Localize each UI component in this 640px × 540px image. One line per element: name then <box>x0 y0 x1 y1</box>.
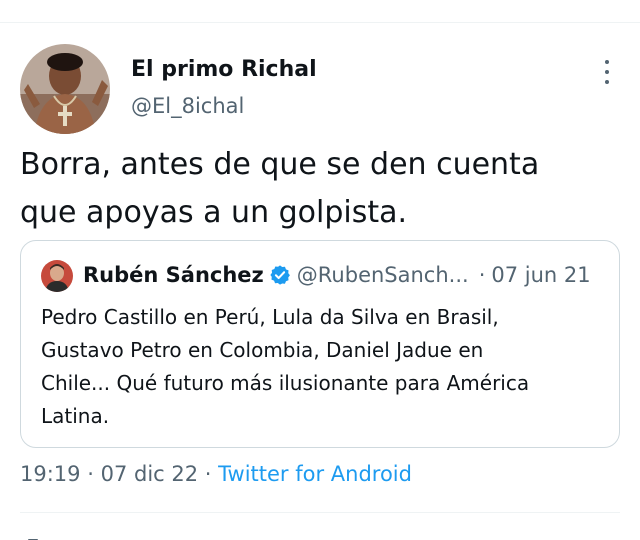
tweet-source-link[interactable]: Twitter for Android <box>218 462 412 486</box>
bottom-divider <box>20 512 620 513</box>
tweet-date[interactable]: 07 dic 22 <box>101 462 199 486</box>
quoted-text-line: Chile... Qué futuro más ilusionante para… <box>41 371 530 395</box>
tweet-text-line: que apoyas a un golpista. <box>20 195 408 230</box>
tweet-time[interactable]: 19:19 <box>20 462 81 486</box>
tweet-text-line: Borra, antes de que se den cuenta <box>20 147 540 182</box>
separator-dot: · <box>204 462 212 486</box>
quoted-author-avatar[interactable] <box>41 260 73 292</box>
author-handle[interactable]: @El_8ichal <box>131 94 244 118</box>
top-divider <box>0 22 640 23</box>
cut-off-row <box>20 528 620 540</box>
tweet-text: Borra, antes de que se den cuenta que ap… <box>20 141 620 237</box>
author-display-name[interactable]: El primo Richal <box>131 57 317 82</box>
quoted-tweet-header: Rubén Sánchez @RubenSanch... · 07 jun 21 <box>83 263 613 287</box>
quoted-text-line: Pedro Castillo en Perú, Lula da Silva en… <box>41 305 499 329</box>
quoted-tweet-date[interactable]: 07 jun 21 <box>491 263 590 287</box>
quoted-author-handle[interactable]: @RubenSanch... <box>297 263 469 287</box>
quoted-tweet-card[interactable]: Rubén Sánchez @RubenSanch... · 07 jun 21… <box>20 240 620 448</box>
cut-off-row-shapes <box>28 539 38 540</box>
quoted-tweet-text: Pedro Castillo en Perú, Lula da Silva en… <box>41 301 606 433</box>
quoted-text-line: Latina. <box>41 404 110 428</box>
separator-dot: · <box>478 263 486 287</box>
verified-badge-icon <box>270 265 290 285</box>
quoted-author-name[interactable]: Rubén Sánchez <box>83 263 264 287</box>
tweet-metadata: 19:19 · 07 dic 22 · Twitter for Android <box>20 462 412 486</box>
quoted-text-line: Gustavo Petro en Colombia, Daniel Jadue … <box>41 338 484 362</box>
separator-dot: · <box>87 462 94 486</box>
author-avatar[interactable] <box>20 44 110 134</box>
more-dots-icon[interactable] <box>596 58 618 86</box>
